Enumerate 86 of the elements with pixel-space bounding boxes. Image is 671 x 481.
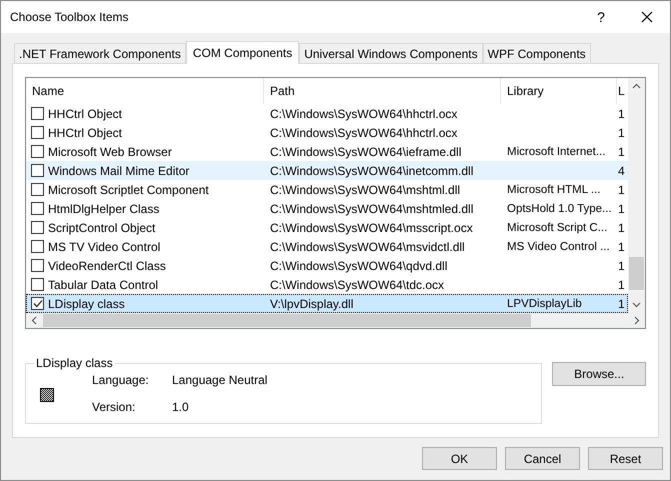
table-cell: OptsHold 1.0 Type... <box>507 202 612 215</box>
table-cell: 1 <box>618 106 625 120</box>
table-cell: Microsoft Internet... <box>507 146 606 158</box>
table-cell: 4 <box>618 164 625 178</box>
scroll-thumb[interactable] <box>629 257 644 290</box>
table-cell-text: HHCtrl Object <box>48 124 122 142</box>
checkbox[interactable] <box>31 183 44 196</box>
browse-button[interactable]: Browse... <box>552 362 646 386</box>
table-cell-text: VideoRenderCtl Class <box>48 258 166 274</box>
table-row[interactable]: Microsoft Scriptlet Component C:\Windows\SysWOW64\mshtml.dll Microsoft HTML ... 1 <box>26 180 628 199</box>
help-button[interactable]: ? <box>578 1 624 33</box>
table-cell: 1 <box>618 220 625 234</box>
table-row[interactable]: Tabular Data Control C:\Windows\SysWOW64\tdc.ocx 1 <box>26 275 628 294</box>
table-cell-text: LDisplay class <box>48 296 125 312</box>
table-row[interactable]: HHCtrl Object C:\Windows\SysWOW64\hhctrl.ocx 1 <box>26 123 628 142</box>
close-icon <box>641 11 653 23</box>
table-cell: C:\Windows\SysWOW64\msscript.ocx <box>270 220 473 234</box>
checkbox[interactable] <box>31 202 44 215</box>
table-row[interactable]: MS TV Video Control C:\Windows\SysWOW64\msvidctl.dll MS Video Control ... 1 <box>26 237 628 256</box>
checkbox[interactable] <box>31 107 44 120</box>
table-cell: 1 <box>618 296 625 310</box>
table-cell: 1 <box>618 182 625 196</box>
field-value: Language Neutral <box>172 372 268 389</box>
dialog-button[interactable]: Cancel <box>505 447 580 470</box>
field-label: Version: <box>92 399 136 416</box>
window-title: Choose Toolbox Items <box>10 9 129 26</box>
checkbox[interactable] <box>31 145 44 158</box>
table-cell: C:\Windows\SysWOW64\hhctrl.ocx <box>270 106 458 120</box>
table-cell: 1 <box>618 144 625 158</box>
table-row[interactable]: HtmlDlgHelper Class C:\Windows\SysWOW64\mshtmled.dll OptsHold 1.0 Type... 1 <box>26 199 628 218</box>
column-header[interactable]: Library <box>501 78 617 104</box>
table-cell: C:\Windows\SysWOW64\inetcomm.dll <box>270 164 474 178</box>
checkbox[interactable] <box>31 164 44 177</box>
checkbox[interactable] <box>31 126 44 139</box>
checkbox[interactable] <box>31 221 44 234</box>
field-label: Language: <box>92 372 150 389</box>
table-row[interactable]: LDisplay class V:\lpvDisplay.dll LPVDisplayLib 1 <box>26 294 628 313</box>
checkbox[interactable] <box>31 297 44 310</box>
table-cell: LPVDisplayLib <box>507 298 582 310</box>
table-cell: V:\lpvDisplay.dll <box>270 296 354 310</box>
table-cell: C:\Windows\SysWOW64\mshtmled.dll <box>270 202 474 216</box>
tab[interactable]: .NET Framework Components <box>14 43 186 63</box>
scroll-thumb[interactable] <box>43 314 531 327</box>
table-row[interactable]: VideoRenderCtl Class C:\Windows\SysWOW64\qdvd.dll 1 <box>26 256 628 275</box>
table-row[interactable]: Windows Mail Mime Editor C:\Windows\SysWOW64\inetcomm.dll 4 <box>26 161 628 180</box>
field-value: 1.0 <box>172 399 190 416</box>
table-cell: MS Video Control ... <box>507 240 610 253</box>
table-cell: C:\Windows\SysWOW64\ieframe.dll <box>270 144 462 158</box>
table-cell: 1 <box>618 258 625 272</box>
table-cell: 1 <box>618 202 625 216</box>
dialog-button[interactable]: Reset <box>588 447 663 470</box>
checkbox[interactable] <box>31 240 44 253</box>
table-cell-text: ScriptControl Object <box>48 220 156 236</box>
check-icon <box>32 299 42 308</box>
table-cell-text: Windows Mail Mime Editor <box>48 162 190 180</box>
table-cell: 1 <box>618 126 625 140</box>
table-cell-text: HHCtrl Object <box>48 106 122 122</box>
column-header[interactable]: Name <box>26 78 264 104</box>
table-cell: C:\Windows\SysWOW64\qdvd.dll <box>270 258 448 272</box>
table-row[interactable]: ScriptControl Object C:\Windows\SysWOW64\msscript.ocx Microsoft Script C... 1 <box>26 218 628 237</box>
table-row[interactable]: HHCtrl Object C:\Windows\SysWOW64\hhctrl.ocx 1 <box>26 104 628 123</box>
dialog-button[interactable]: OK <box>422 447 497 470</box>
table-cell: C:\Windows\SysWOW64\msvidctl.dll <box>270 240 465 254</box>
table-cell: 1 <box>618 278 625 292</box>
component-icon <box>40 388 54 402</box>
table-cell: C:\Windows\SysWOW64\hhctrl.ocx <box>270 126 458 140</box>
table-cell-text: MS TV Video Control <box>48 238 160 256</box>
tab[interactable]: COM Components <box>186 41 300 64</box>
tab[interactable]: Universal Windows Components <box>299 43 483 63</box>
column-header[interactable]: Path <box>264 78 501 104</box>
table-cell-text: HtmlDlgHelper Class <box>48 200 160 218</box>
vertical-scrollbar[interactable] <box>628 78 645 313</box>
table-cell: C:\Windows\SysWOW64\mshtml.dll <box>270 182 460 196</box>
horizontal-scrollbar[interactable] <box>26 313 645 328</box>
table-cell: Microsoft Script C... <box>507 222 608 234</box>
table-cell: Microsoft HTML ... <box>507 184 600 196</box>
table-cell-text: Tabular Data Control <box>48 276 158 294</box>
table-row[interactable]: Microsoft Web Browser C:\Windows\SysWOW64\ieframe.dll Microsoft Internet... 1 <box>26 142 628 161</box>
checkbox[interactable] <box>31 278 44 291</box>
table-cell-text: Microsoft Scriptlet Component <box>48 182 209 198</box>
table-cell: 1 <box>618 240 625 254</box>
table-cell-text: Microsoft Web Browser <box>48 144 172 160</box>
tab[interactable]: WPF Components <box>482 43 591 63</box>
column-header[interactable]: L <box>617 78 628 104</box>
table-cell: C:\Windows\SysWOW64\tdc.ocx <box>270 278 444 292</box>
checkbox[interactable] <box>31 259 44 272</box>
